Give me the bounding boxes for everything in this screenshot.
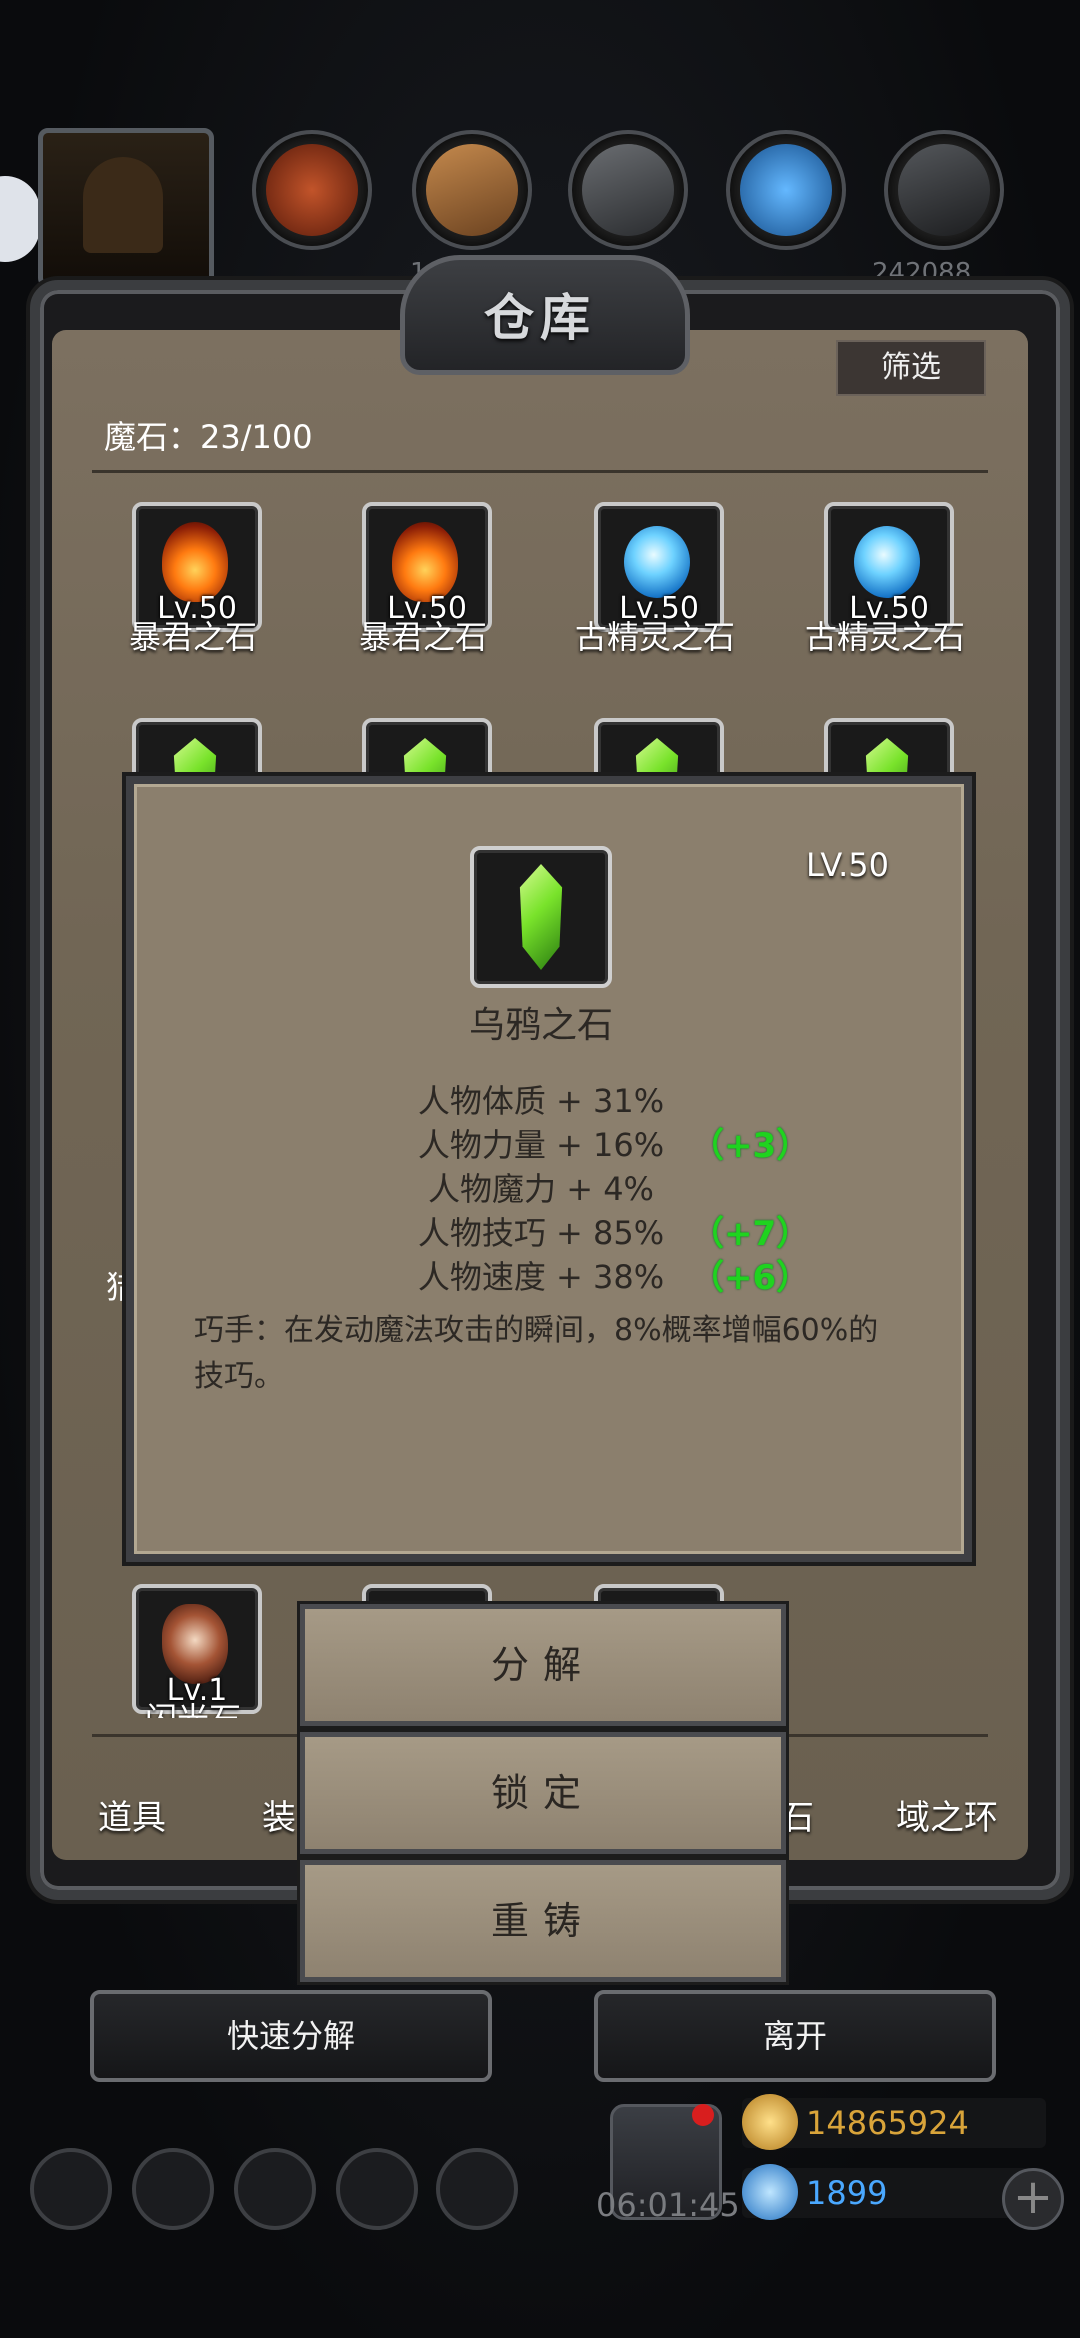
gold-amount: 14865924 bbox=[806, 2104, 969, 2142]
hero-avatar[interactable] bbox=[38, 128, 214, 288]
flash-stone-icon bbox=[162, 1604, 228, 1684]
slot-name: 暴君之石 bbox=[128, 618, 257, 656]
crow-stone-icon bbox=[519, 864, 563, 970]
diamond-amount: 1899 bbox=[806, 2174, 888, 2212]
page-title: 仓库 bbox=[484, 289, 596, 347]
diamond-icon bbox=[742, 2164, 798, 2220]
guild-icon[interactable] bbox=[234, 2148, 316, 2230]
wood-resource-icon bbox=[412, 130, 532, 250]
slot-name: 闪光石 bbox=[78, 1694, 308, 1718]
magic-stone-count: 魔石：23/100 bbox=[104, 418, 313, 456]
item-detail-icon bbox=[470, 846, 612, 988]
meat-resource-icon bbox=[252, 130, 372, 250]
item-level: LV.50 bbox=[806, 846, 889, 884]
mail-icon[interactable] bbox=[336, 2148, 418, 2230]
filter-button[interactable]: 筛选 bbox=[836, 340, 986, 396]
stat-line: 人物魔力 + 4% bbox=[428, 1170, 654, 1208]
tab-domain-ring[interactable]: 域之环 bbox=[896, 1790, 998, 1839]
notification-dot bbox=[692, 2104, 714, 2126]
fire-stone-icon bbox=[392, 522, 458, 602]
achievement-icon[interactable] bbox=[132, 2148, 214, 2230]
crystal-resource-icon bbox=[726, 130, 846, 250]
reforge-button[interactable]: 重铸 bbox=[300, 1860, 786, 1982]
settings-icon[interactable] bbox=[30, 2148, 112, 2230]
slot-name: 古精灵之石 bbox=[574, 618, 735, 656]
fire-stone-icon bbox=[162, 522, 228, 602]
tab-equipment[interactable]: 装 bbox=[262, 1790, 296, 1839]
item-description: 巧手：在发动魔法攻击的瞬间，8%概率增幅60%的技巧。 bbox=[194, 1313, 879, 1394]
slot-name: 暴君之石 bbox=[358, 618, 487, 656]
ice-orb-icon bbox=[624, 526, 690, 598]
item-name: 乌鸦之石 bbox=[468, 1005, 613, 1046]
stat-line: 人物技巧 + 85% bbox=[417, 1214, 665, 1252]
map-icon[interactable] bbox=[436, 2148, 518, 2230]
stat-bonus: （+6） bbox=[690, 1258, 811, 1298]
stat-bonus: （+7） bbox=[690, 1214, 811, 1254]
leave-button[interactable]: 离开 bbox=[594, 1990, 996, 2082]
stone-resource-icon bbox=[568, 130, 688, 250]
add-currency-button[interactable]: + bbox=[1002, 2168, 1064, 2230]
iron-resource-icon bbox=[884, 130, 1004, 250]
quick-decompose-button[interactable]: 快速分解 bbox=[90, 1990, 492, 2082]
stat-line: 人物速度 + 38% bbox=[417, 1258, 665, 1296]
gold-coin-icon bbox=[742, 2094, 798, 2150]
ice-orb-icon bbox=[854, 526, 920, 598]
lock-button[interactable]: 锁定 bbox=[300, 1732, 786, 1854]
divider bbox=[92, 470, 988, 473]
decompose-button[interactable]: 分解 bbox=[300, 1604, 786, 1726]
stat-line: 人物力量 + 16% bbox=[417, 1126, 665, 1164]
gift-timer: 06:01:45 bbox=[596, 2186, 740, 2224]
slot-name: 古精灵之石 bbox=[804, 618, 965, 656]
stat-line: 人物体质 + 31% bbox=[417, 1082, 665, 1120]
stat-bonus: （+3） bbox=[690, 1126, 811, 1166]
tab-items[interactable]: 道具 bbox=[98, 1790, 166, 1839]
